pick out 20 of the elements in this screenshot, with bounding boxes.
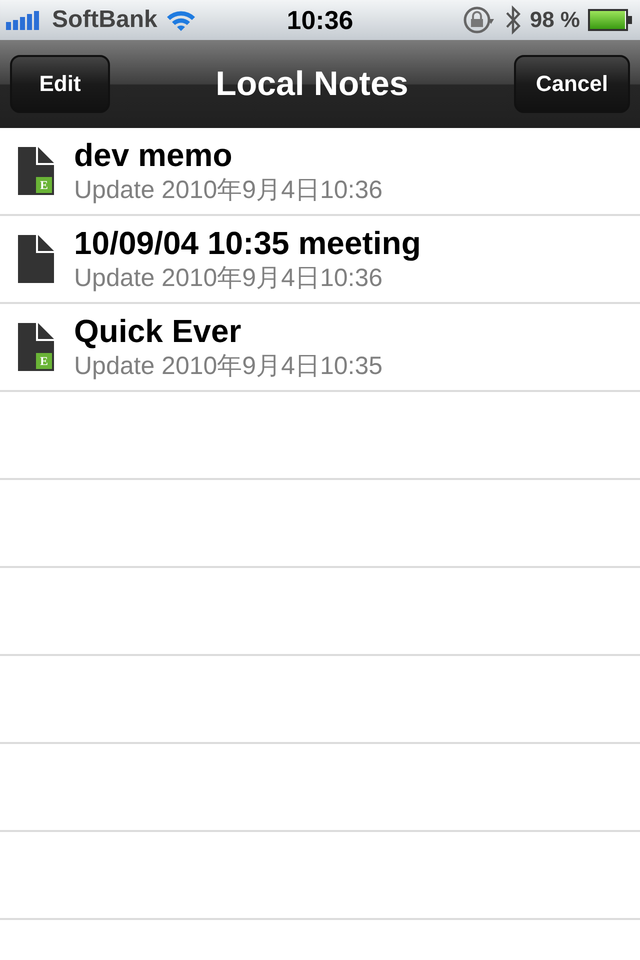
note-title: dev memo — [74, 136, 234, 174]
evernote-badge: E — [36, 177, 52, 193]
note-date: Update 2010年9月4日10:36 — [74, 263, 384, 294]
note-row[interactable]: 10/09/04 10:35 meeting Update 2010年9月4日10:36 — [0, 216, 640, 304]
rotation-lock-icon — [462, 5, 496, 35]
nav-title: Local Notes — [216, 64, 408, 104]
note-row[interactable]: E Quick Ever Update 2010年9月4日10:35 — [0, 304, 640, 392]
note-date: Update 2010年9月4日10:36 — [74, 175, 383, 206]
note-title: Quick Ever — [74, 312, 242, 350]
note-date: Update 2010年9月4日10:35 — [74, 351, 383, 382]
carrier-name: SoftBank — [52, 6, 158, 34]
evernote-badge: E — [36, 353, 52, 369]
clock-time: 10:36 — [286, 4, 354, 36]
document-icon — [18, 235, 54, 283]
battery-percent: 98 % — [530, 7, 580, 33]
edit-button[interactable]: Edit — [10, 55, 110, 113]
note-row[interactable]: E dev memo Update 2010年9月4日10:36 — [0, 128, 640, 216]
note-title: 10/09/04 10:35 meeting — [74, 224, 421, 262]
cancel-button[interactable]: Cancel — [514, 55, 630, 113]
bluetooth-icon — [504, 5, 522, 35]
